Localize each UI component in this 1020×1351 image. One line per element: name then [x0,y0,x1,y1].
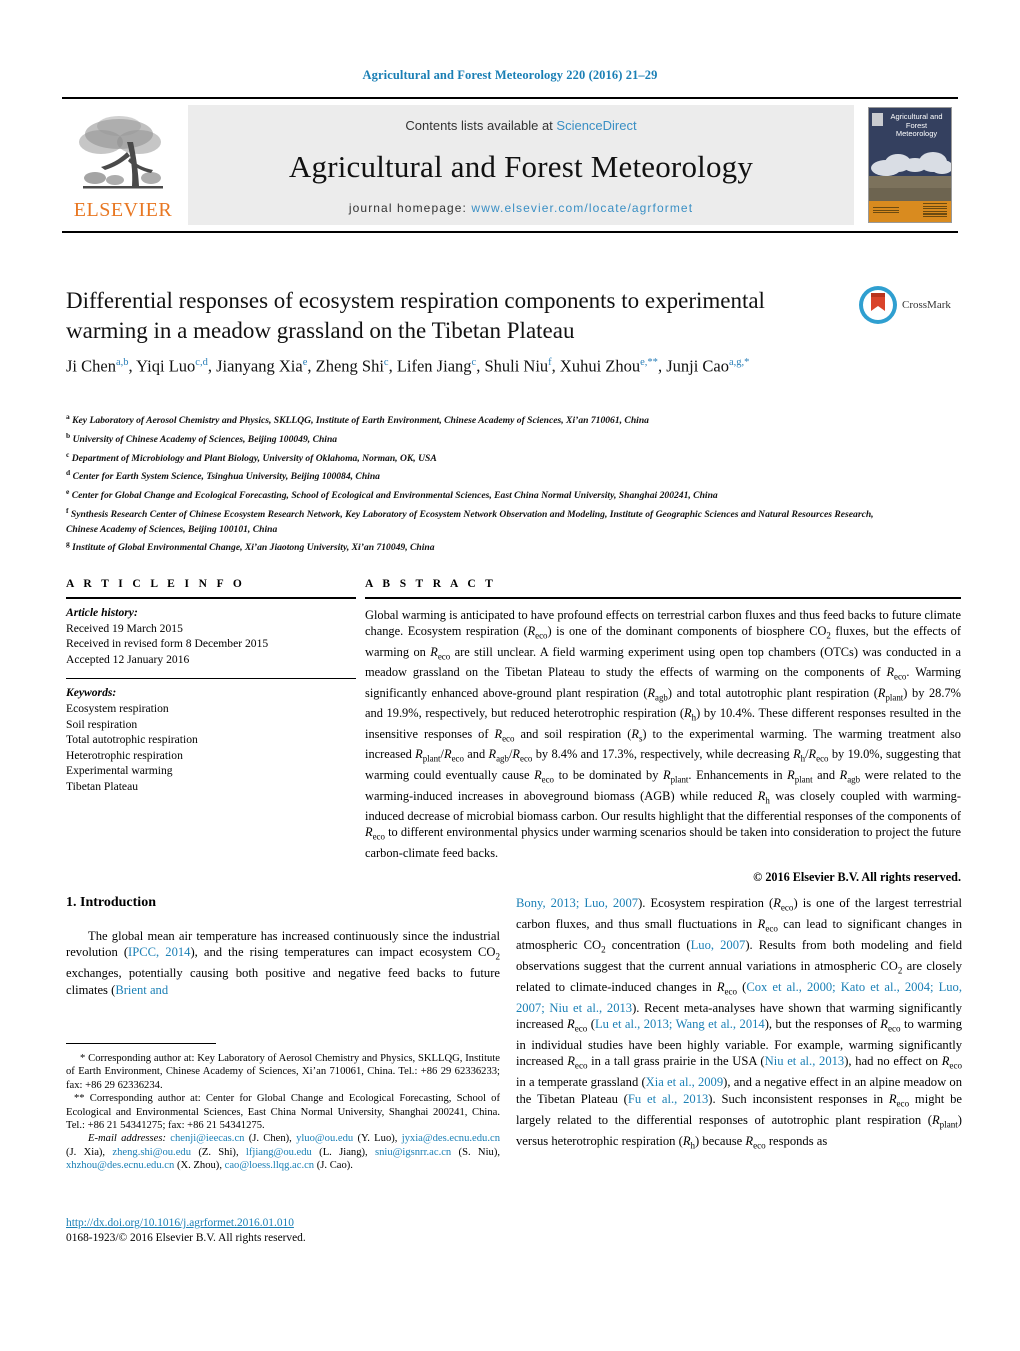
crossmark-label: CrossMark [902,299,951,311]
divider [66,597,356,599]
email-addresses-label: E-mail addresses: [88,1133,167,1145]
body-column-left: 1. Introduction The global mean air temp… [66,895,500,998]
page-title: Differential responses of ecosystem resp… [66,288,765,343]
cover-footer-right [923,203,947,219]
affiliation-item: e Center for Global Change and Ecologica… [66,487,718,502]
journal-cover-thumbnail: Agricultural and Forest Meteorology [862,99,958,231]
keyword-item: Heterotrophic respiration [66,748,183,762]
section-heading-introduction: 1. Introduction [66,895,156,910]
affiliation-item: a Key Laboratory of Aerosol Chemistry an… [66,412,649,427]
cover-publisher-icon [872,113,883,126]
keyword-item: Ecosystem respiration [66,701,169,715]
intro-paragraph-right: Bony, 2013; Luo, 2007). Ecosystem respir… [516,896,963,1151]
abstract-heading: A B S T R A C T [365,578,497,590]
keywords-block: Keywords: Ecosystem respiration Soil res… [66,685,356,794]
footnote-block: * Corresponding author at: Key Laborator… [66,1052,500,1173]
elsevier-wordmark: ELSEVIER [73,199,173,221]
running-head: Agricultural and Forest Meteorology 220 … [362,68,658,82]
crossmark-icon [859,286,897,324]
affiliation-list: a Key Laboratory of Aerosol Chemistry an… [66,410,896,556]
affiliation-item: b University of Chinese Academy of Scien… [66,430,338,445]
cover-title: Agricultural and Forest Meteorology [890,112,943,138]
cover-footer-left [873,207,899,219]
abstract-column: A B S T R A C T Global warming is antici… [365,578,961,885]
journal-homepage-link[interactable]: www.elsevier.com/locate/agrformet [471,201,693,215]
article-history: Article history: Received 19 March 2015 … [66,605,356,667]
affiliation-item: f Synthesis Research Center of Chinese E… [66,505,874,535]
intro-paragraph-left: The global mean air temperature has incr… [66,929,500,997]
copyright-line: © 2016 Elsevier B.V. All rights reserved… [753,869,961,884]
contents-prefix: Contents lists available at [405,118,557,133]
body-column-right: Bony, 2013; Luo, 2007). Ecosystem respir… [516,895,962,1153]
elsevier-logo: ELSEVIER [62,99,184,231]
journal-masthead: ELSEVIER Contents lists available at Sci… [62,97,958,233]
email-addresses: E-mail addresses: chenji@ieecas.cn (J. C… [66,1132,500,1172]
homepage-line: journal homepage: www.elsevier.com/locat… [349,201,693,215]
article-info-heading: A R T I C L E I N F O [66,578,246,590]
journal-title: Agricultural and Forest Meteorology [288,149,754,184]
keyword-item: Tibetan Plateau [66,779,139,793]
keyword-item: Soil respiration [66,717,138,731]
author-list: Ji Chena,b, Yiqi Luoc,d, Jianyang Xiae, … [66,356,750,376]
affiliation-item: g Institute of Global Environmental Chan… [66,539,435,554]
elsevier-tree-icon [79,116,163,189]
corresponding-author-1: * Corresponding author at: Key Laborator… [66,1053,500,1091]
issn-copyright-line: 0168-1923/© 2016 Elsevier B.V. All right… [66,1232,306,1244]
doi-block: http://dx.doi.org/10.1016/j.agrformet.20… [66,1216,506,1246]
affiliation-item: c Department of Microbiology and Plant B… [66,449,437,464]
article-info-column: A R T I C L E I N F O Article history: R… [66,578,356,795]
history-item: Received 19 March 2015 [66,621,183,635]
keyword-item: Total autotrophic respiration [66,733,198,747]
article-page: Agricultural and Forest Meteorology 220 … [0,0,1020,1351]
homepage-prefix: journal homepage: [348,201,472,215]
history-item: Received in revised form 8 December 2015 [66,637,269,651]
contents-line: Contents lists available at ScienceDirec… [405,118,636,133]
doi-link[interactable]: http://dx.doi.org/10.1016/j.agrformet.20… [66,1216,506,1231]
divider [365,597,961,599]
sciencedirect-link[interactable]: ScienceDirect [556,118,636,133]
footnote-divider [66,1043,216,1044]
history-item: Accepted 12 January 2016 [66,652,190,666]
keyword-item: Experimental warming [66,764,173,778]
divider [66,678,356,680]
article-history-label: Article history: [66,606,138,619]
masthead-center: Contents lists available at ScienceDirec… [188,105,854,225]
crossmark-badge[interactable]: CrossMark [858,283,962,327]
abstract-text: Global warming is anticipated to have pr… [365,608,962,860]
corresponding-author-2: ** Corresponding author at: Center for G… [66,1093,500,1132]
affiliation-item: d Center for Earth System Science, Tsing… [66,468,380,483]
keywords-label: Keywords: [66,686,117,700]
